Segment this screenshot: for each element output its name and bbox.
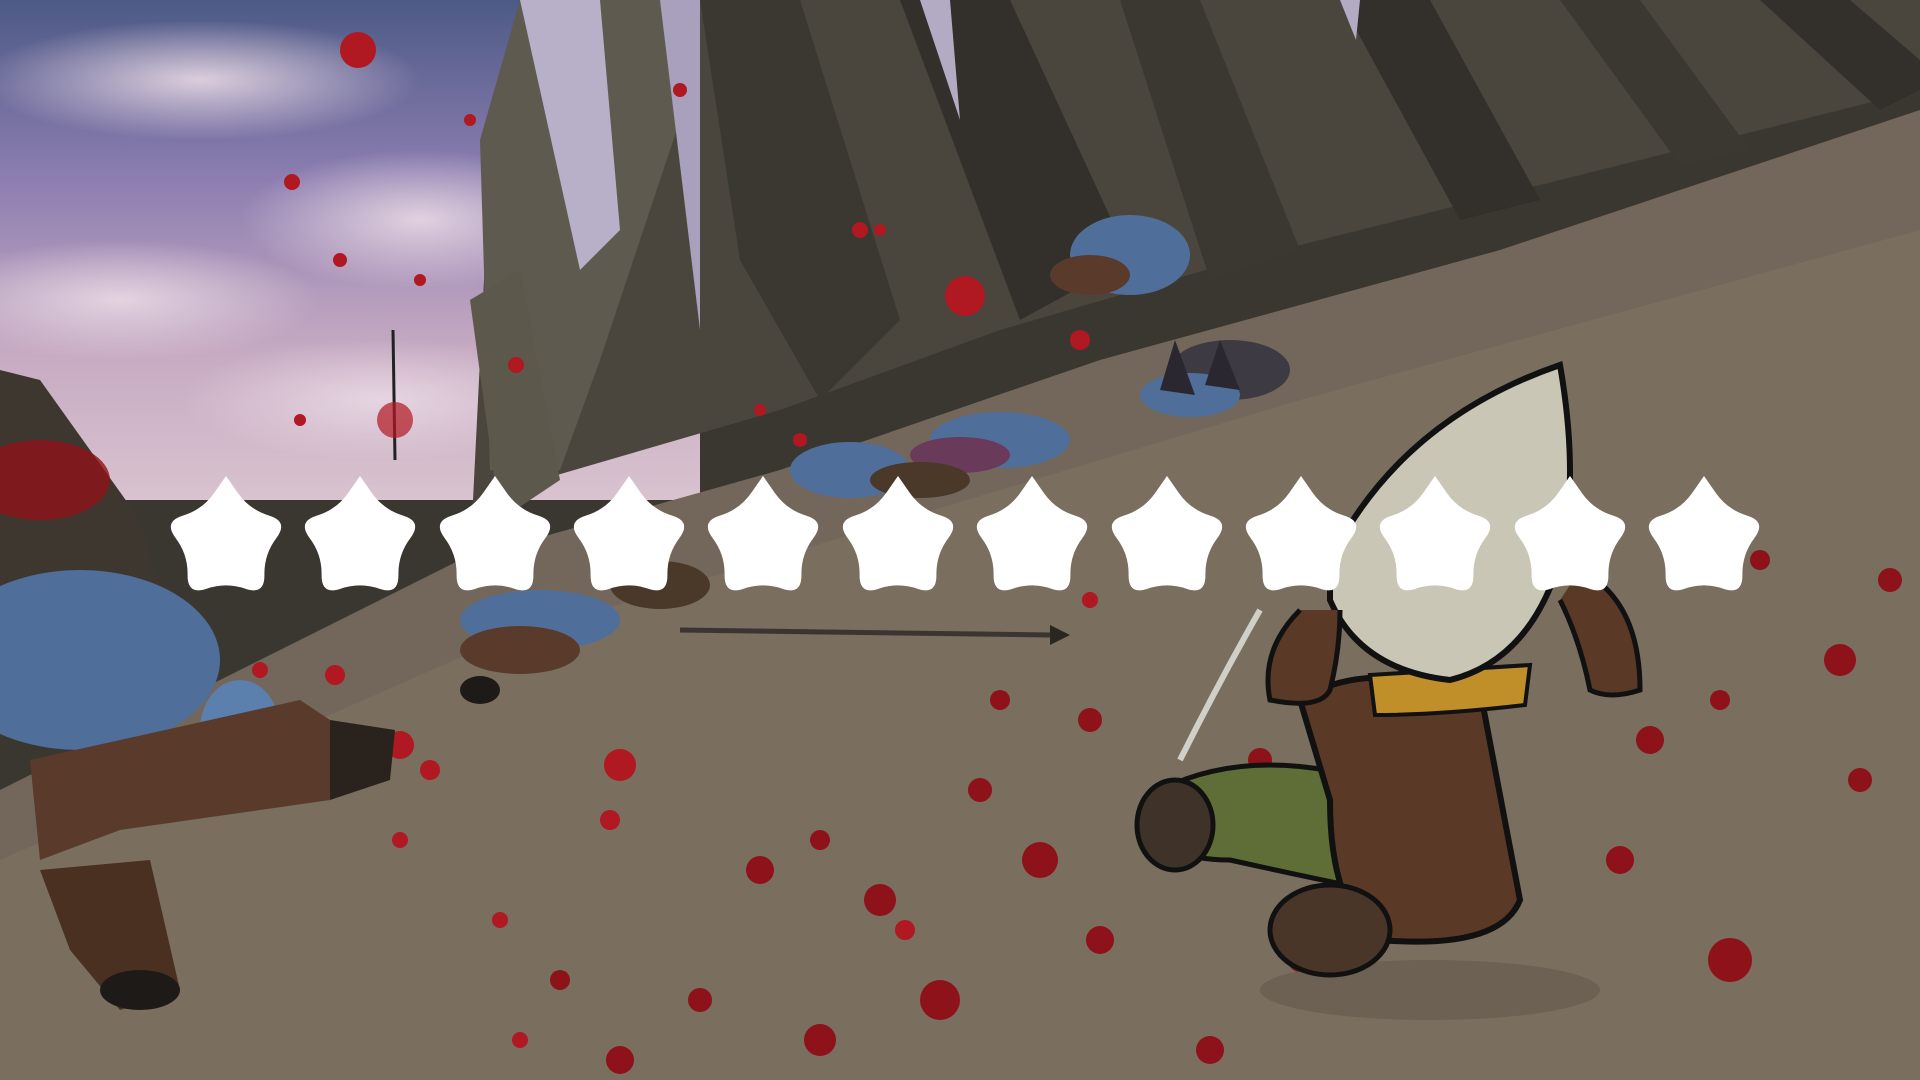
- flower-star-icon: [1369, 474, 1501, 606]
- flower-star-icon: [832, 474, 964, 606]
- flower-star-icon: [1504, 474, 1636, 606]
- flower-star-icon: [1638, 474, 1770, 606]
- flower-star-icon: [1235, 474, 1367, 606]
- flower-star-icon: [429, 474, 561, 606]
- flower-star-icon: [966, 474, 1098, 606]
- flower-star-icon: [1101, 474, 1233, 606]
- flower-star-icon: [697, 474, 829, 606]
- flower-star-icon: [563, 474, 695, 606]
- star-progress-row: [160, 472, 1770, 608]
- flower-star-icon: [160, 474, 292, 606]
- flower-star-icon: [294, 474, 426, 606]
